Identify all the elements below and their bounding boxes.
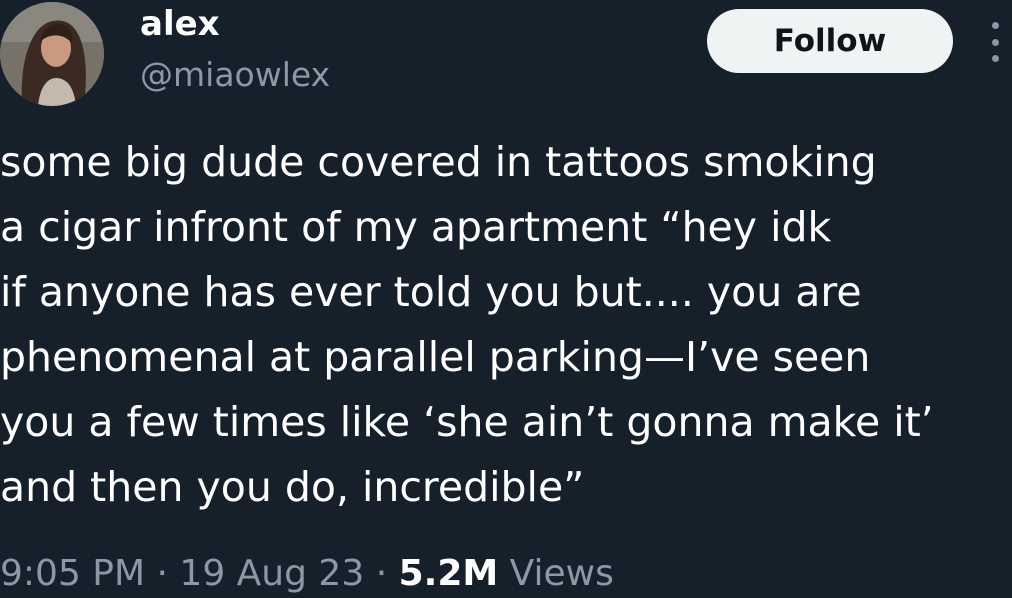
author-handle[interactable]: @miaowlex (140, 54, 330, 96)
tweet-line: a cigar infront of my apartment “hey idk (0, 203, 832, 251)
tweet-line: phenomenal at parallel parking—I’ve seen (0, 333, 871, 381)
tweet-time[interactable]: 9:05 PM (0, 553, 145, 594)
avatar[interactable] (0, 2, 104, 106)
tweet-line: you a few times like ‘she ain’t gonna ma… (0, 398, 934, 446)
tweet-meta: 9:05 PM · 19 Aug 23 · 5.2M Views (0, 550, 614, 598)
tweet-line: if anyone has ever told you but.... you … (0, 268, 862, 316)
follow-button[interactable]: Follow (707, 9, 953, 73)
views-count[interactable]: 5.2M (399, 553, 499, 594)
more-dot (991, 22, 999, 29)
more-dot (991, 55, 999, 62)
views-label[interactable]: Views (510, 553, 614, 594)
meta-separator: · (375, 553, 388, 594)
tweet-text: some big dude covered in tattoos smoking… (0, 130, 1012, 520)
avatar-image (0, 2, 104, 106)
meta-separator: · (156, 553, 168, 594)
ellipsis-vertical-icon[interactable] (983, 22, 1007, 62)
tweet-line: and then you do, incredible” (0, 463, 585, 511)
author-name[interactable]: alex (140, 2, 220, 46)
tweet-date[interactable]: 19 Aug 23 (179, 553, 364, 594)
more-dot (991, 38, 999, 46)
tweet-line: some big dude covered in tattoos smoking (0, 138, 877, 186)
